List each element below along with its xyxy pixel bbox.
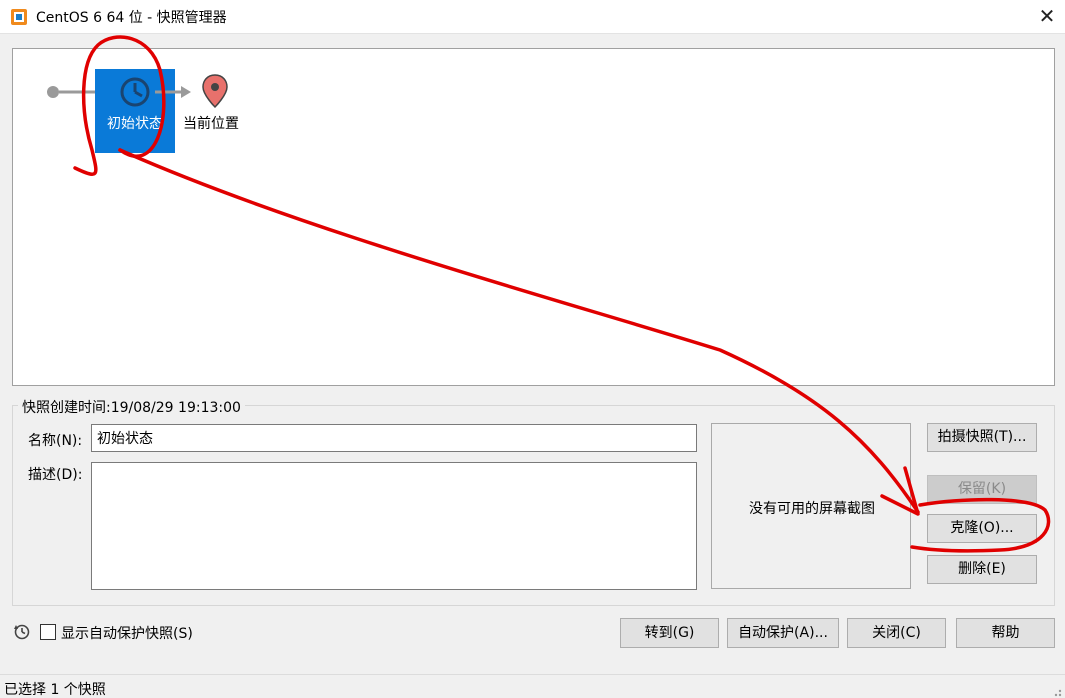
root-node-dot [47, 86, 59, 98]
name-label: 名称(N): [28, 433, 83, 449]
vmware-app-icon [11, 9, 27, 25]
snapshot-created-time: 快照创建时间:19/08/29 19:13:00 [18, 397, 245, 417]
take-snapshot-button[interactable]: 拍摄快照(T)... [927, 423, 1037, 452]
show-auto-snapshots-label[interactable]: 显示自动保护快照(S) [61, 623, 193, 643]
snapshot-tree[interactable]: 初始状态 当前位置 [12, 48, 1055, 386]
location-pin-icon [202, 74, 228, 109]
clone-button[interactable]: 克隆(O)... [927, 514, 1037, 543]
goto-button[interactable]: 转到(G) [620, 618, 719, 648]
current-position-label[interactable]: 当前位置 [183, 113, 239, 133]
delete-button[interactable]: 删除(E) [927, 555, 1037, 584]
window-title: CentOS 6 64 位 - 快照管理器 [36, 10, 227, 26]
status-text: 已选择 1 个快照 [4, 682, 106, 698]
no-screenshot-text: 没有可用的屏幕截图 [749, 501, 875, 517]
status-bar: 已选择 1 个快照 [0, 674, 1065, 698]
auto-protect-button[interactable]: 自动保护(A)... [727, 618, 839, 648]
close-window-button[interactable]: ✕ [1036, 4, 1058, 28]
resize-grip-icon[interactable] [1052, 687, 1062, 697]
screenshot-preview: 没有可用的屏幕截图 [711, 423, 911, 589]
snapshot-node-initial[interactable]: 初始状态 [95, 69, 175, 153]
description-label: 描述(D): [28, 467, 83, 483]
name-field[interactable] [91, 424, 697, 452]
show-auto-snapshots-checkbox[interactable] [40, 624, 56, 640]
history-icon [14, 624, 30, 640]
help-button[interactable]: 帮助 [956, 618, 1055, 648]
close-button[interactable]: 关闭(C) [847, 618, 946, 648]
title-bar: CentOS 6 64 位 - 快照管理器 ✕ [0, 0, 1065, 34]
connector-to-current [155, 86, 191, 98]
keep-button[interactable]: 保留(K) [927, 475, 1037, 504]
description-field[interactable] [91, 462, 697, 590]
snapshot-node-label: 初始状态 [107, 116, 163, 132]
